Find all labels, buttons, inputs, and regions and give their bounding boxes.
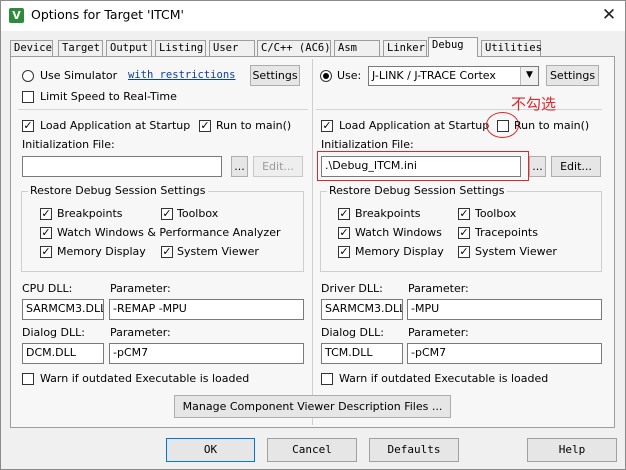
load-app-checkbox[interactable] xyxy=(22,119,34,133)
watch-windows-checkbox[interactable] xyxy=(338,226,350,240)
memory-display-checkbox[interactable] xyxy=(40,245,52,259)
memory-display-checkbox[interactable] xyxy=(338,245,350,259)
tab-output[interactable]: Output xyxy=(106,40,152,56)
init-file-browse-button[interactable]: ... xyxy=(529,156,546,177)
cpu-dll-label: CPU DLL: xyxy=(22,282,73,295)
watch-windows-label: Watch Windows & Performance Analyzer xyxy=(57,226,281,239)
tab-cc-ac6[interactable]: C/C++ (AC6) xyxy=(257,40,331,56)
window-title: Options for Target 'ITCM' xyxy=(31,7,184,22)
dialog-dll-label: Dialog DLL: xyxy=(22,326,85,339)
divider xyxy=(316,109,602,110)
cpu-dll-input[interactable]: SARMCM3.DLL xyxy=(22,299,104,320)
annotation-highlight-box xyxy=(317,151,529,181)
tab-asm[interactable]: Asm xyxy=(334,40,380,56)
app-icon: V xyxy=(9,8,24,23)
tab-target[interactable]: Target xyxy=(58,40,103,56)
init-file-browse-button[interactable]: ... xyxy=(231,156,248,177)
load-app-label: Load Application at Startup xyxy=(339,119,490,132)
tab-device[interactable]: Device xyxy=(10,40,53,56)
dialog-dll-input[interactable]: DCM.DLL xyxy=(22,343,104,364)
dialog-parameter-label: Parameter: xyxy=(110,326,171,339)
divider xyxy=(18,109,308,110)
debugger-select[interactable]: J-LINK / J-TRACE Cortex ▼ xyxy=(368,66,539,86)
with-restrictions-link[interactable]: with restrictions xyxy=(128,68,235,82)
run-to-main-checkbox[interactable] xyxy=(497,120,509,132)
restore-settings-title: Restore Debug Session Settings xyxy=(28,184,208,198)
tracepoints-label: Tracepoints xyxy=(475,226,538,239)
run-to-main-label: Run to main() xyxy=(216,119,292,132)
tab-user[interactable]: User xyxy=(209,40,255,56)
use-label: Use: xyxy=(337,69,362,82)
warn-outdated-checkbox[interactable] xyxy=(321,373,333,385)
manage-component-viewer-button[interactable]: Manage Component Viewer Description File… xyxy=(174,395,451,418)
limit-speed-label: Limit Speed to Real-Time xyxy=(40,90,177,103)
init-file-input[interactable] xyxy=(22,156,222,177)
system-viewer-checkbox[interactable] xyxy=(161,245,173,259)
system-viewer-label: System Viewer xyxy=(475,245,557,258)
memory-display-label: Memory Display xyxy=(355,245,444,258)
use-debugger-radio[interactable] xyxy=(320,70,332,82)
breakpoints-checkbox[interactable] xyxy=(40,207,52,221)
watch-windows-checkbox[interactable] xyxy=(40,226,52,240)
driver-dll-input[interactable]: SARMCM3.DLL xyxy=(321,299,403,320)
ok-button[interactable]: OK xyxy=(166,438,255,462)
toolbox-label: Toolbox xyxy=(475,207,517,220)
use-simulator-label: Use Simulator xyxy=(40,69,118,82)
close-icon[interactable]: ✕ xyxy=(598,5,620,25)
tab-debug[interactable]: Debug xyxy=(428,37,478,57)
dialog-parameter-input[interactable]: -pCM7 xyxy=(109,343,304,364)
load-app-label: Load Application at Startup xyxy=(40,119,191,132)
system-viewer-checkbox[interactable] xyxy=(458,245,470,259)
use-simulator-radio[interactable] xyxy=(22,70,34,82)
driver-parameter-label: Parameter: xyxy=(408,282,469,295)
cpu-parameter-input[interactable]: -REMAP -MPU xyxy=(109,299,304,320)
init-file-edit-button[interactable]: Edit... xyxy=(551,156,601,177)
defaults-button[interactable]: Defaults xyxy=(369,438,459,462)
driver-parameter-input[interactable]: -MPU xyxy=(407,299,602,320)
toolbox-checkbox[interactable] xyxy=(458,207,470,221)
chevron-down-icon[interactable]: ▼ xyxy=(520,67,538,85)
warn-outdated-checkbox[interactable] xyxy=(22,373,34,385)
dialog-parameter-label: Parameter: xyxy=(408,326,469,339)
init-file-edit-button[interactable]: Edit... xyxy=(253,156,303,177)
run-to-main-checkbox[interactable] xyxy=(199,119,211,133)
breakpoints-label: Breakpoints xyxy=(57,207,123,220)
run-to-main-label: Run to main() xyxy=(514,119,590,132)
column-separator xyxy=(312,59,313,425)
system-viewer-label: System Viewer xyxy=(177,245,259,258)
breakpoints-label: Breakpoints xyxy=(355,207,421,220)
watch-windows-label: Watch Windows xyxy=(355,226,442,239)
tracepoints-checkbox[interactable] xyxy=(458,226,470,240)
dialog-dll-label: Dialog DLL: xyxy=(321,326,384,339)
driver-dll-label: Driver DLL: xyxy=(321,282,383,295)
cancel-button[interactable]: Cancel xyxy=(267,438,357,462)
annotation-text: 不勾选 xyxy=(511,95,557,113)
memory-display-label: Memory Display xyxy=(57,245,146,258)
help-button[interactable]: Help xyxy=(527,438,617,462)
tab-linker[interactable]: Linker xyxy=(383,40,427,56)
cpu-parameter-label: Parameter: xyxy=(110,282,171,295)
warn-outdated-label: Warn if outdated Executable is loaded xyxy=(40,372,250,385)
debugger-select-value: J-LINK / J-TRACE Cortex xyxy=(372,69,496,82)
warn-outdated-label: Warn if outdated Executable is loaded xyxy=(339,372,549,385)
restore-settings-title: Restore Debug Session Settings xyxy=(327,184,507,198)
debugger-settings-button[interactable]: Settings xyxy=(546,65,599,86)
init-file-label: Initialization File: xyxy=(321,138,414,151)
limit-speed-checkbox[interactable] xyxy=(22,91,34,103)
breakpoints-checkbox[interactable] xyxy=(338,207,350,221)
load-app-checkbox[interactable] xyxy=(321,119,333,133)
tab-listing[interactable]: Listing xyxy=(155,40,206,56)
toolbox-checkbox[interactable] xyxy=(161,207,173,221)
init-file-label: Initialization File: xyxy=(22,138,115,151)
dialog-dll-input[interactable]: TCM.DLL xyxy=(321,343,403,364)
simulator-settings-button[interactable]: Settings xyxy=(250,65,300,86)
dialog-parameter-input[interactable]: -pCM7 xyxy=(407,343,602,364)
toolbox-label: Toolbox xyxy=(177,207,219,220)
tab-utilities[interactable]: Utilities xyxy=(481,40,542,56)
